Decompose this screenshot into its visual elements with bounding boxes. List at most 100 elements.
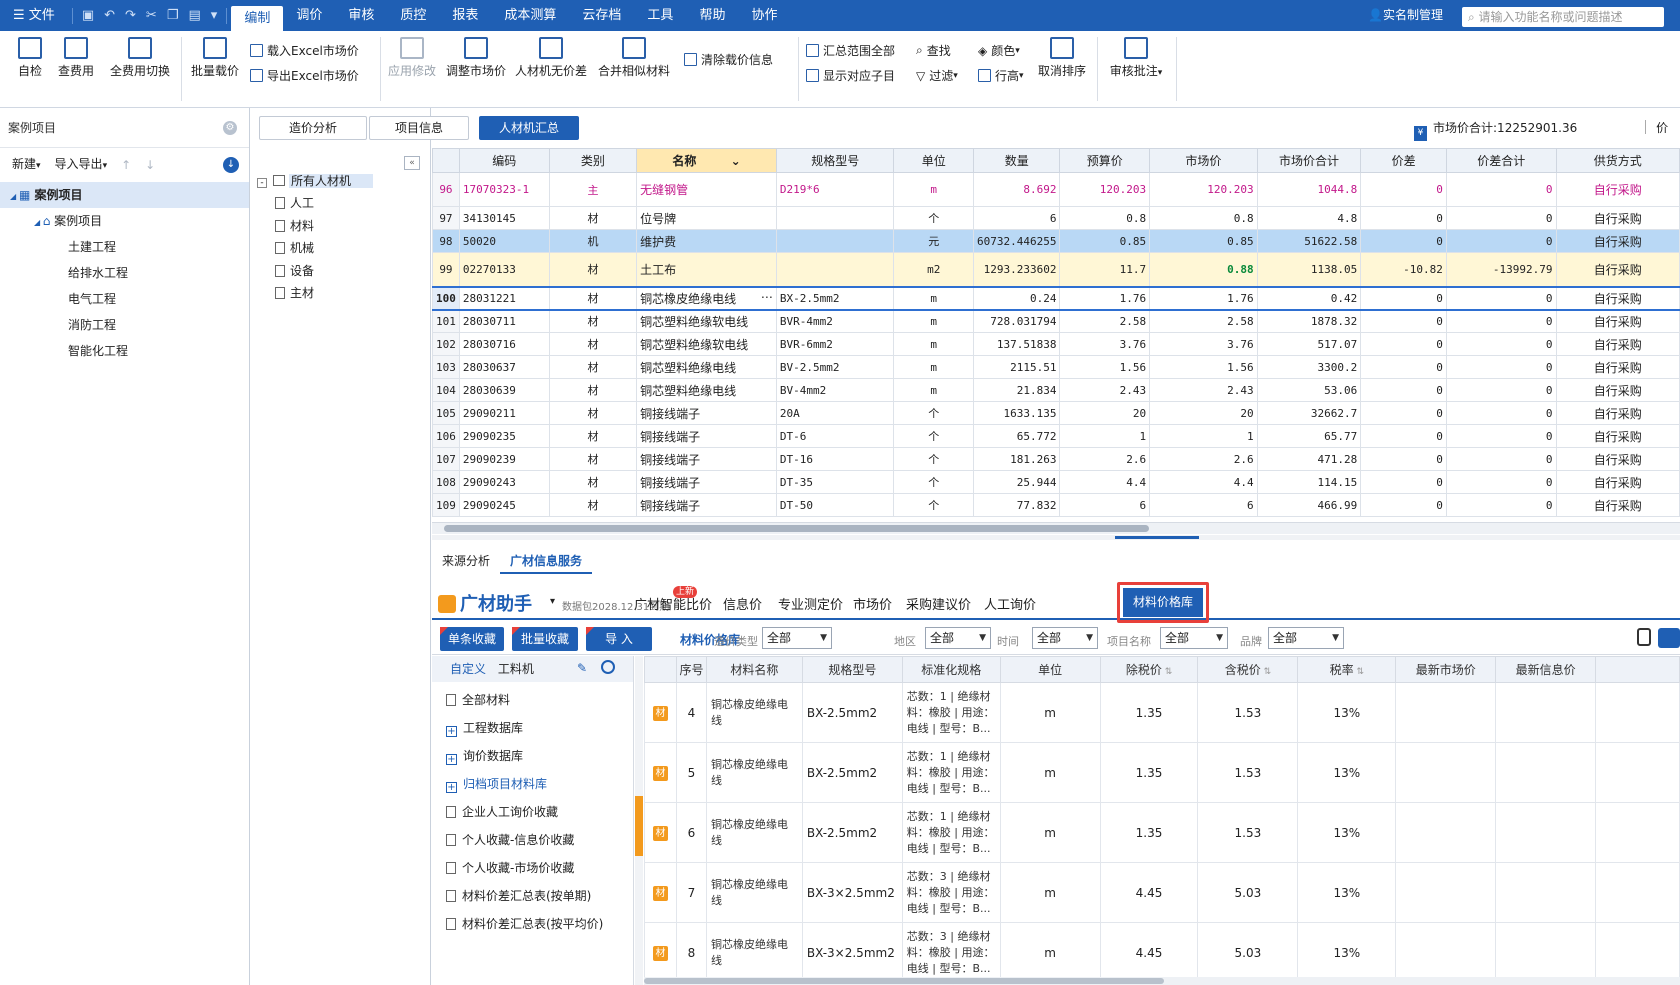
price-cell[interactable] [1395, 862, 1497, 923]
menu-tab[interactable]: 审核 [335, 0, 387, 31]
filter-select[interactable]: 全部 ▼ [1160, 627, 1228, 649]
grid-cell[interactable]: 1 [1149, 424, 1258, 448]
grid-cell[interactable]: 29090211 [458, 401, 550, 425]
grid-cell[interactable]: 材 [548, 206, 638, 230]
grid-cell[interactable]: 2.43 [1149, 378, 1258, 402]
grid-cell[interactable]: BV-4mm2 [775, 378, 895, 402]
grid-cell[interactable]: 1.56 [1059, 355, 1151, 379]
price-cell[interactable] [1595, 742, 1680, 803]
guangcai-tab[interactable]: 市场价 [853, 594, 892, 613]
grid-header-cell[interactable]: 市场价 [1149, 148, 1258, 173]
grid-cell[interactable]: 120.203 [1059, 172, 1151, 207]
menu-tab[interactable]: 编制 [231, 6, 284, 31]
price-header-cell[interactable]: 单位 [999, 656, 1101, 683]
price-cell[interactable]: 1.53 [1197, 682, 1299, 743]
user-realname-button[interactable]: 👤实名制管理 [1368, 0, 1443, 31]
grid-cell[interactable]: 铜接线端子 [636, 401, 777, 425]
price-cell[interactable]: 铜芯橡皮绝缘电线 [705, 742, 803, 803]
grid-cell[interactable]: 自行采购 [1555, 229, 1680, 253]
grid-cell[interactable]: 29090245 [458, 493, 550, 517]
menu-tab[interactable]: 帮助 [686, 0, 738, 31]
price-cell[interactable]: BX-3×2.5mm2 [801, 922, 903, 983]
grid-cell[interactable]: 28030716 [458, 332, 550, 356]
grid-header-cell[interactable]: 价差 [1360, 148, 1447, 173]
price-cell[interactable] [1495, 802, 1597, 863]
undo-icon[interactable]: ↶ [99, 8, 120, 23]
lock-icon[interactable] [1637, 628, 1651, 646]
grid-cell[interactable]: 自行采购 [1555, 309, 1680, 333]
menu-tab[interactable]: 工具 [634, 0, 686, 31]
library-item[interactable]: 个人收藏-信息价收藏 [446, 830, 574, 850]
grid-cell[interactable]: 材 [548, 470, 638, 494]
guangcai-tab[interactable]: 人工询价 [984, 594, 1036, 613]
table-row[interactable]: 103 28030637 材铜芯塑料绝缘电线 BV-2.5mm2 m 2115.51 1.5… [432, 355, 1680, 379]
table-row[interactable]: 106 29090235 材铜接线端子 DT-6 个 65.772 1 1 65.77 0 0 自行采… [432, 424, 1680, 448]
chevron-down-icon[interactable]: ▾ [550, 596, 555, 607]
price-cell[interactable]: BX-2.5mm2 [801, 682, 903, 743]
price-cell[interactable] [1495, 862, 1597, 923]
price-cell[interactable]: 7 [675, 862, 707, 923]
grid-cell[interactable]: BX-2.5mm2 [775, 285, 895, 311]
grid-cell[interactable]: 0.42 [1256, 285, 1362, 311]
price-cell[interactable] [1495, 682, 1597, 743]
grid-cell[interactable]: 28030711 [458, 309, 550, 333]
grid-cell[interactable]: 材 [548, 493, 638, 517]
price-cell[interactable]: 1.53 [1197, 742, 1299, 803]
grid-cell[interactable]: DT-50 [775, 493, 895, 517]
table-row[interactable]: 96 17070323-1 主无缝钢管 D219*6 m 8.692 120.203 120.… [432, 172, 1680, 207]
grid-cell[interactable]: BV-2.5mm2 [775, 355, 895, 379]
grid-cell[interactable]: 自行采购 [1555, 493, 1680, 517]
grid-cell[interactable]: 3.76 [1059, 332, 1151, 356]
grid-cell[interactable]: DT-35 [775, 470, 895, 494]
grid-cell[interactable]: 土工布 [636, 252, 777, 287]
grid-cell[interactable]: 自行采购 [1555, 332, 1680, 356]
grid-cell[interactable]: 1293.233602 [972, 252, 1061, 287]
project-tree-node[interactable]: 消防工程 [0, 312, 249, 338]
collapse-panel-icon[interactable]: « [404, 156, 420, 170]
grid-cell[interactable]: 0 [1360, 229, 1447, 253]
selfcheck-button[interactable]: 自检 [14, 31, 46, 79]
price-cell[interactable]: 4.45 [1099, 922, 1199, 983]
filter-button[interactable]: ▽ 过滤 ▾ [916, 67, 958, 84]
grid-cell[interactable]: 29090235 [458, 424, 550, 448]
chevron-down-icon[interactable]: ⌄ [726, 154, 741, 168]
tab-guangcai-service[interactable]: 广材信息服务 [500, 548, 593, 574]
grid-cell[interactable]: 0 [1360, 447, 1447, 471]
grid-cell[interactable]: DT-6 [775, 424, 895, 448]
table-row[interactable]: 101 28030711 材铜芯塑料绝缘软电线 BVR-4mm2 m 728.031794… [432, 309, 1680, 333]
grid-cell[interactable]: 65.772 [972, 424, 1061, 448]
copy-icon[interactable]: ❐ [162, 8, 184, 23]
price-cell[interactable]: m [999, 802, 1101, 863]
grid-cell[interactable]: 60732.446255 [972, 229, 1061, 253]
grid-cell[interactable]: 自行采购 [1555, 424, 1680, 448]
price-header-cell[interactable]: 标准化规格 [901, 656, 1001, 683]
grid-cell[interactable]: 0 [1360, 470, 1447, 494]
grid-cell[interactable]: m [893, 285, 974, 311]
price-cell[interactable]: 13% [1297, 922, 1397, 983]
sum-range-button[interactable]: 汇总范围全部 [806, 42, 895, 59]
grid-cell[interactable]: 17070323-1 [458, 172, 550, 207]
grid-cell[interactable]: 28030637 [458, 355, 550, 379]
grid-cell[interactable]: 自行采购 [1555, 378, 1680, 402]
grid-cell[interactable]: 无缝钢管 [636, 172, 777, 207]
grid-cell[interactable]: 自行采购 [1555, 447, 1680, 471]
grid-cell[interactable]: m [893, 378, 974, 402]
grid-cell[interactable]: 0.85 [1059, 229, 1151, 253]
grid-cell[interactable] [775, 206, 895, 230]
grid-header-cell[interactable]: 市场价合计 [1256, 148, 1362, 173]
menu-tab[interactable]: 调价 [283, 0, 335, 31]
price-cell[interactable]: m [999, 682, 1101, 743]
grid-cell[interactable]: 0 [1445, 309, 1557, 333]
sort-icon[interactable]: ⇅ [1162, 667, 1173, 677]
price-header-cell[interactable]: 含税价 ⇅ [1197, 656, 1299, 683]
grid-cell[interactable]: -10.82 [1360, 252, 1447, 287]
grid-cell[interactable]: 主 [548, 172, 638, 207]
grid-cell[interactable]: 自行采购 [1555, 252, 1680, 287]
tab-material-price-library[interactable]: 材料价格库 [1117, 582, 1209, 623]
grid-cell[interactable]: 0.85 [1149, 229, 1258, 253]
grid-cell[interactable]: 0 [1360, 332, 1447, 356]
grid-cell[interactable]: 材 [548, 424, 638, 448]
price-cell[interactable]: 6 [675, 802, 707, 863]
grid-cell[interactable]: 114.15 [1256, 470, 1362, 494]
grid-cell[interactable]: 4.4 [1059, 470, 1151, 494]
